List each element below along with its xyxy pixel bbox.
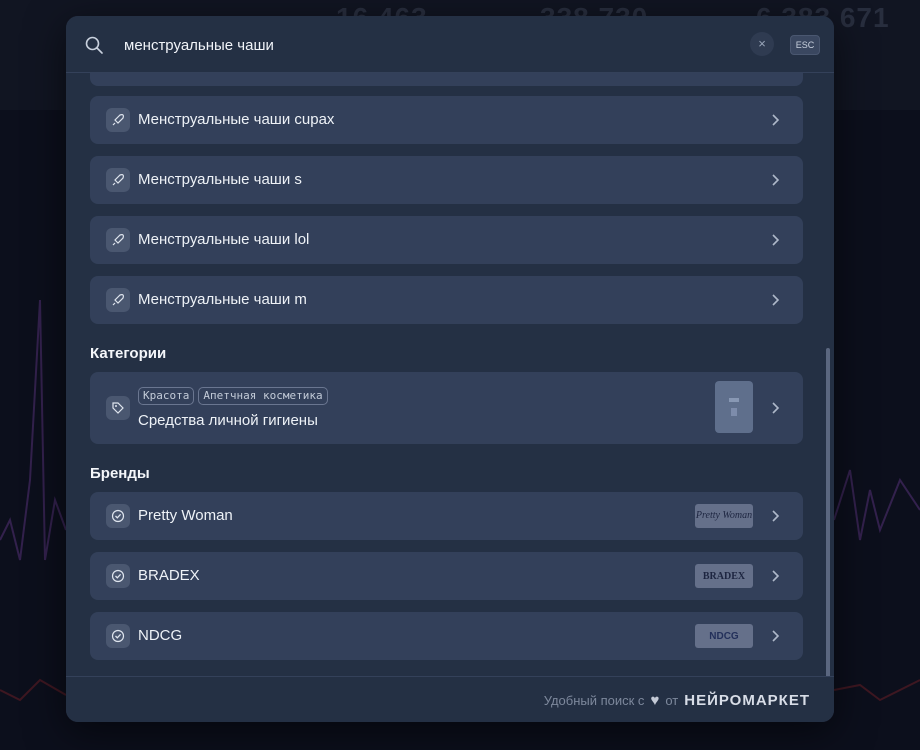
list-item[interactable] [90, 72, 803, 86]
suggestion-item[interactable]: Менструальные чаши lol [90, 216, 803, 264]
search-modal: × ESC Менструальные чаши cupax Менструал… [66, 16, 834, 722]
check-circle-icon [106, 504, 130, 528]
brand-logo-text: BRADEX [702, 570, 746, 582]
check-circle-icon [106, 564, 130, 588]
suggestion-item[interactable]: Менструальные чаши cupax [90, 96, 803, 144]
category-tag[interactable]: Апетчная косметика [198, 387, 328, 405]
chevron-right-icon [772, 174, 780, 186]
chevron-right-icon [772, 630, 780, 642]
suggestion-label: Менструальные чаши lol [138, 231, 310, 248]
rocket-icon [106, 108, 130, 132]
suggestion-item[interactable]: Менструальные чаши s [90, 156, 803, 204]
suggestion-item[interactable]: Менструальные чаши m [90, 276, 803, 324]
brand-logo-text: Pretty Woman [695, 510, 753, 521]
clear-search-button[interactable]: × [750, 32, 774, 56]
search-icon [85, 36, 103, 54]
brand-logo: NDCG [695, 624, 753, 648]
suggestion-label: Менструальные чаши s [138, 171, 302, 188]
check-circle-icon [106, 624, 130, 648]
chevron-right-icon [772, 510, 780, 522]
brand-item[interactable]: Pretty Woman Pretty Woman [90, 492, 803, 540]
rocket-icon [106, 168, 130, 192]
section-title-brands: Бренды [90, 465, 150, 482]
search-results[interactable]: Менструальные чаши cupax Менструальные ч… [66, 72, 834, 676]
category-label: Средства личной гигиены [138, 412, 318, 429]
footer-brand-logo[interactable]: НЕЙРОМАРКЕТ [684, 692, 810, 709]
search-input[interactable] [122, 32, 726, 58]
suggestion-label: Менструальные чаши m [138, 291, 307, 308]
brand-item[interactable]: BRADEX BRADEX [90, 552, 803, 600]
chevron-right-icon [772, 114, 780, 126]
section-title-categories: Категории [90, 345, 167, 362]
brand-logo: Pretty Woman [695, 504, 753, 528]
brand-label: Pretty Woman [138, 507, 233, 524]
chevron-right-icon [772, 294, 780, 306]
footer-credit: Удобный поиск с ♥ от НЕЙРОМАРКЕТ [544, 692, 810, 709]
category-tags: Красота Апетчная косметика [138, 387, 328, 405]
results-scrollbar[interactable] [826, 348, 830, 676]
rocket-icon [106, 228, 130, 252]
chevron-right-icon [772, 402, 780, 414]
brand-logo: BRADEX [695, 564, 753, 588]
brand-logo-text: NDCG [709, 630, 739, 642]
category-item[interactable]: Красота Апетчная косметика Средства личн… [90, 372, 803, 444]
search-bar: × ESC [66, 16, 834, 73]
suggestion-label: Менструальные чаши cupax [138, 111, 335, 128]
category-tag[interactable]: Красота [138, 387, 195, 405]
chevron-right-icon [772, 570, 780, 582]
brand-label: BRADEX [138, 567, 200, 584]
rocket-icon [106, 288, 130, 312]
tag-icon [106, 396, 130, 420]
footer-text-before: Удобный поиск с [543, 693, 645, 708]
category-thumbnail [715, 381, 753, 433]
brand-item[interactable]: NDCG NDCG [90, 612, 803, 660]
heart-icon: ♥ [650, 692, 660, 709]
footer-text-after: от [665, 693, 679, 708]
brand-label: NDCG [138, 627, 183, 644]
modal-footer: Удобный поиск с ♥ от НЕЙРОМАРКЕТ [66, 676, 834, 722]
esc-close-button[interactable]: ESC [790, 35, 820, 55]
chevron-right-icon [772, 234, 780, 246]
